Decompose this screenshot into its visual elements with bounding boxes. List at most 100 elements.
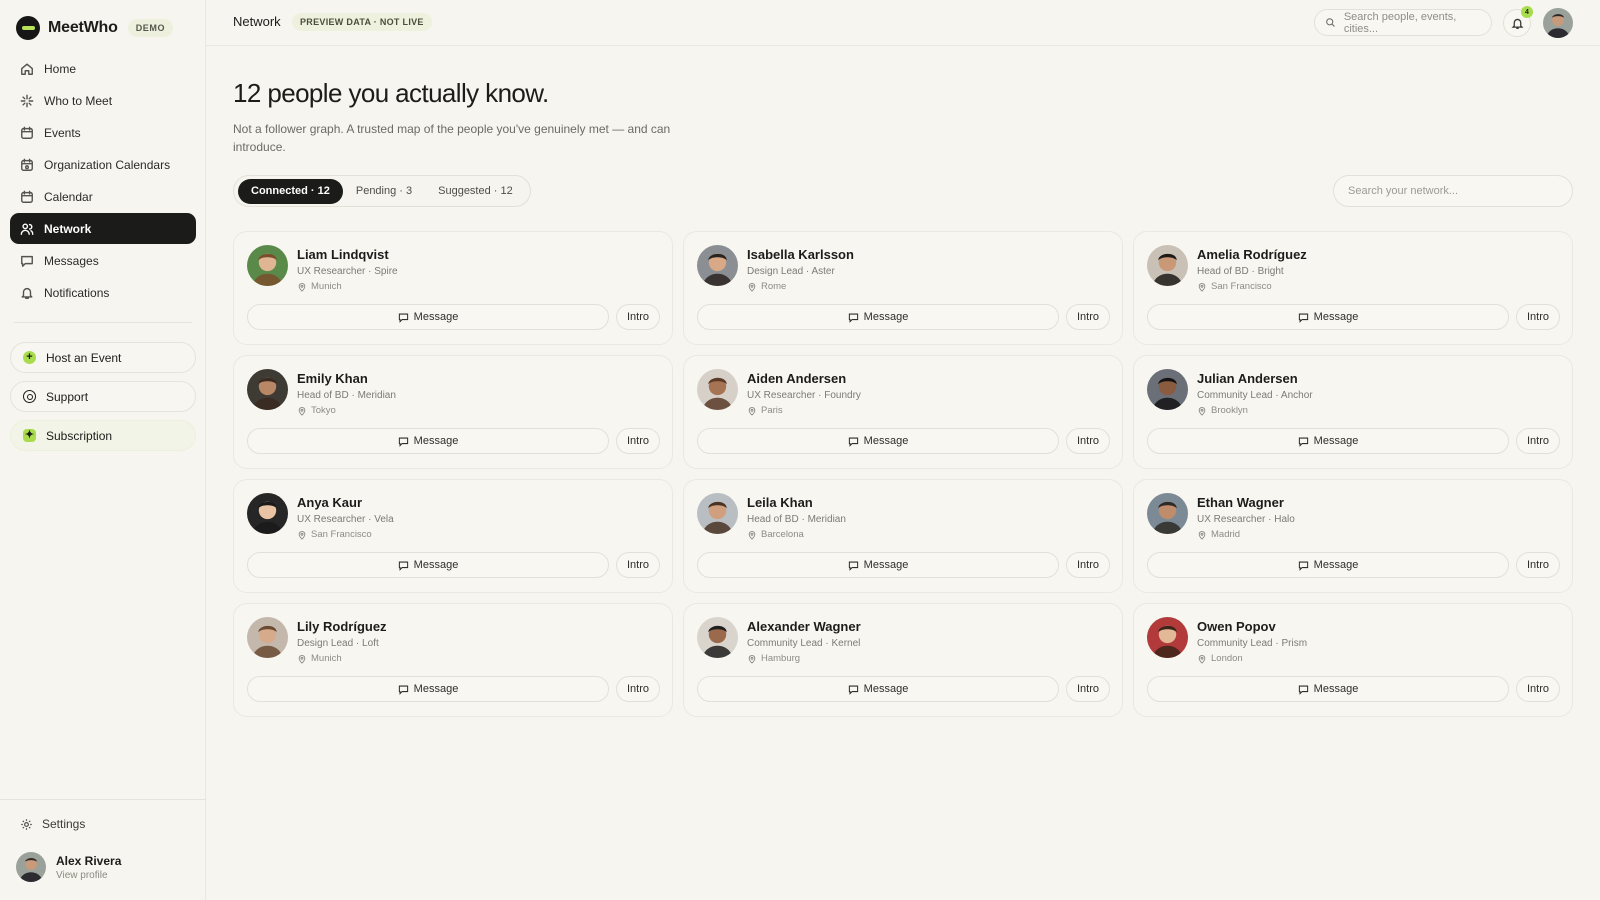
page-title: 12 people you actually know. bbox=[233, 78, 549, 108]
person-card: Alexander Wagner Community Lead · Kernel… bbox=[683, 603, 1123, 717]
sidebar-item-organization-calendars[interactable]: Organization Calendars bbox=[10, 149, 196, 180]
message-button[interactable]: Message bbox=[697, 676, 1059, 702]
person-location: Paris bbox=[747, 405, 783, 416]
network-search-input[interactable] bbox=[1333, 175, 1573, 207]
message-label: Message bbox=[1313, 311, 1359, 323]
logo-icon bbox=[16, 16, 40, 40]
home-icon bbox=[21, 62, 33, 75]
message-icon bbox=[398, 561, 408, 571]
person-role: UX Researcher · Foundry bbox=[747, 390, 861, 401]
person-role: Head of BD · Meridian bbox=[297, 390, 396, 401]
divider bbox=[14, 322, 192, 323]
settings-link[interactable]: Settings bbox=[20, 817, 85, 831]
intro-button[interactable]: Intro bbox=[1066, 552, 1110, 578]
tab-suggested[interactable]: Suggested · 12 bbox=[425, 179, 526, 204]
message-button[interactable]: Message bbox=[1147, 428, 1509, 454]
avatar bbox=[247, 617, 288, 658]
sidebar-item-notifications[interactable]: Notifications bbox=[10, 277, 196, 308]
person-name: Leila Khan bbox=[747, 495, 813, 510]
intro-button[interactable]: Intro bbox=[1516, 428, 1560, 454]
sidebar-item-home[interactable]: Home bbox=[10, 53, 196, 84]
person-city: Tokyo bbox=[311, 405, 336, 416]
message-button[interactable]: Message bbox=[1147, 304, 1509, 330]
person-location: Tokyo bbox=[297, 405, 336, 416]
sidebar-item-messages[interactable]: Messages bbox=[10, 245, 196, 276]
person-name: Julian Andersen bbox=[1197, 371, 1298, 386]
message-label: Message bbox=[863, 683, 909, 695]
person-city: Munich bbox=[311, 653, 342, 664]
subscription-button[interactable]: ✦ Subscription bbox=[10, 420, 196, 451]
brand[interactable]: MeetWho DEMO bbox=[16, 16, 174, 40]
message-button[interactable]: Message bbox=[247, 304, 609, 330]
support-button[interactable]: Support bbox=[10, 381, 196, 412]
message-icon bbox=[1298, 437, 1308, 447]
intro-button[interactable]: Intro bbox=[1066, 676, 1110, 702]
person-name: Alexander Wagner bbox=[747, 619, 861, 634]
global-search-input[interactable]: Search people, events, cities... bbox=[1314, 9, 1492, 36]
location-pin-icon bbox=[748, 406, 756, 416]
tab-pending[interactable]: Pending · 3 bbox=[343, 179, 425, 204]
location-pin-icon bbox=[748, 282, 756, 292]
sidebar-item-network[interactable]: Network bbox=[10, 213, 196, 244]
intro-button[interactable]: Intro bbox=[616, 676, 660, 702]
message-button[interactable]: Message bbox=[1147, 676, 1509, 702]
location-pin-icon bbox=[298, 530, 306, 540]
intro-button[interactable]: Intro bbox=[1516, 304, 1560, 330]
message-button[interactable]: Message bbox=[697, 552, 1059, 578]
account-avatar[interactable] bbox=[1543, 8, 1573, 38]
person-name: Lily Rodríguez bbox=[297, 619, 387, 634]
location-pin-icon bbox=[1198, 530, 1206, 540]
person-role: UX Researcher · Spire bbox=[297, 266, 398, 277]
location-pin-icon bbox=[1198, 654, 1206, 664]
message-label: Message bbox=[1313, 559, 1359, 571]
message-button[interactable]: Message bbox=[697, 304, 1059, 330]
user-profile[interactable]: Alex Rivera View profile bbox=[16, 852, 121, 882]
person-location: Barcelona bbox=[747, 529, 804, 540]
preview-badge: PREVIEW DATA · NOT LIVE bbox=[292, 13, 432, 31]
calendar-org-icon bbox=[21, 158, 33, 171]
message-button[interactable]: Message bbox=[697, 428, 1059, 454]
message-button[interactable]: Message bbox=[1147, 552, 1509, 578]
host-event-button[interactable]: + Host an Event bbox=[10, 342, 196, 373]
message-button[interactable]: Message bbox=[247, 428, 609, 454]
intro-button[interactable]: Intro bbox=[1066, 304, 1110, 330]
message-label: Message bbox=[413, 683, 459, 695]
brand-name: MeetWho bbox=[48, 19, 118, 36]
person-name: Emily Khan bbox=[297, 371, 368, 386]
gear-icon bbox=[21, 818, 32, 830]
intro-button[interactable]: Intro bbox=[1516, 676, 1560, 702]
message-button[interactable]: Message bbox=[247, 676, 609, 702]
message-icon bbox=[848, 437, 858, 447]
sidebar-item-label: Organization Calendars bbox=[44, 157, 171, 172]
person-city: San Francisco bbox=[311, 529, 372, 540]
message-button[interactable]: Message bbox=[247, 552, 609, 578]
person-city: London bbox=[1211, 653, 1243, 664]
message-icon bbox=[21, 255, 33, 267]
view-profile-link[interactable]: View profile bbox=[56, 870, 121, 881]
person-name: Amelia Rodríguez bbox=[1197, 247, 1307, 262]
avatar bbox=[1147, 617, 1188, 658]
message-icon bbox=[848, 313, 858, 323]
person-location: San Francisco bbox=[297, 529, 372, 540]
person-card: Liam Lindqvist UX Researcher · Spire Mun… bbox=[233, 231, 673, 345]
intro-button[interactable]: Intro bbox=[1516, 552, 1560, 578]
sidebar-item-calendar[interactable]: Calendar bbox=[10, 181, 196, 212]
intro-button[interactable]: Intro bbox=[616, 428, 660, 454]
sparkle-icon: ✦ bbox=[23, 429, 36, 442]
intro-button[interactable]: Intro bbox=[616, 552, 660, 578]
person-name: Liam Lindqvist bbox=[297, 247, 389, 262]
avatar bbox=[697, 369, 738, 410]
person-city: Hamburg bbox=[761, 653, 801, 664]
intro-button[interactable]: Intro bbox=[1066, 428, 1110, 454]
person-location: Hamburg bbox=[747, 653, 800, 664]
tab-connected[interactable]: Connected · 12 bbox=[238, 178, 343, 204]
message-label: Message bbox=[413, 559, 459, 571]
sidebar-item-who-to-meet[interactable]: Who to Meet bbox=[10, 85, 196, 116]
intro-button[interactable]: Intro bbox=[616, 304, 660, 330]
sidebar-item-events[interactable]: Events bbox=[10, 117, 196, 148]
calendar-icon bbox=[21, 190, 33, 203]
search-placeholder: Search people, events, cities... bbox=[1343, 10, 1457, 35]
message-label: Message bbox=[413, 311, 459, 323]
location-pin-icon bbox=[748, 654, 756, 664]
message-label: Message bbox=[863, 311, 909, 323]
